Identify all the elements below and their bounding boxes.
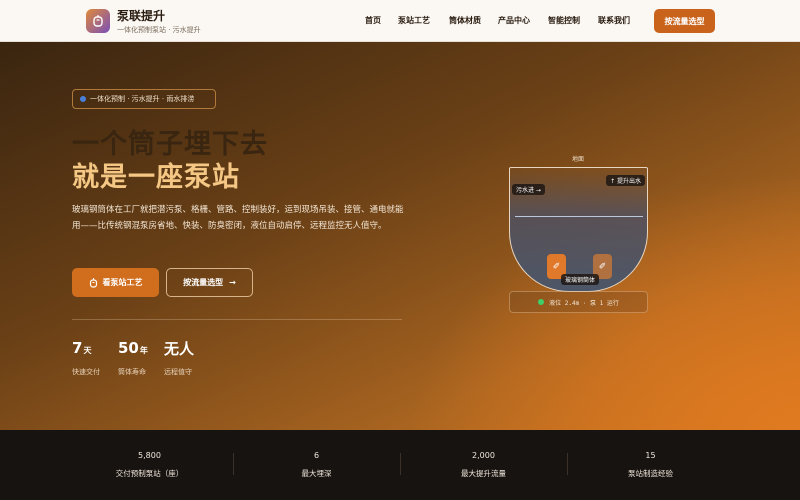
nav-contact[interactable]: 联系我们 [598, 15, 630, 26]
nav-smart-control[interactable]: 智能控制 [548, 15, 580, 26]
pump-logo-icon [93, 15, 103, 27]
outlet-tag: ↑ 提升出水 [606, 175, 645, 186]
stat-unattended-num: 无人 [164, 340, 195, 358]
bottom-stat-experience: 15 泵站制造经验 [567, 430, 734, 500]
bottom-stats-bar: 5,800 交付预制泵站（座） 6 最大埋深 2,000 最大提升流量 15 泵… [0, 430, 800, 500]
bottom-stat-depth: 6 最大埋深 [233, 430, 400, 500]
bottom-stat-depth-num: 6 [313, 451, 320, 460]
hero-section: 一体化预制 · 污水提升 · 雨水排涝 一个筒子埋下去 就是一座泵站 玻璃钢筒体… [0, 42, 800, 430]
stat-delivery: 7天 [72, 338, 91, 357]
nav-material[interactable]: 筒体材质 [449, 15, 481, 26]
bottom-stat-experience-label: 泵站制造经验 [628, 469, 673, 478]
stat-unattended: 无人 [164, 338, 194, 359]
stat-lifespan-unit: 年 [139, 346, 148, 355]
pump-status-text: 液位 2.4m · 泵 1 运行 [549, 299, 619, 307]
pump-station-tank-diagram: 污水进 → ↑ 提升出水 ✐ ✐ 玻璃钢筒体 [509, 167, 648, 292]
category-pill-text: 一体化预制 · 污水提升 · 雨水排涝 [90, 95, 195, 103]
view-process-label: 看泵站工艺 [102, 278, 143, 287]
bottom-stat-delivered: 5,800 交付预制泵站（座） [66, 430, 233, 500]
stat-unattended-label: 远程值守 [164, 368, 192, 376]
stat-delivery-label: 快速交付 [72, 368, 100, 376]
stat-lifespan-label: 筒体寿命 [118, 368, 146, 376]
tank-label: 玻璃钢筒体 [561, 274, 600, 285]
bottom-stat-flow-num: 2,000 [472, 451, 495, 460]
status-ok-icon [538, 299, 545, 305]
nav-products[interactable]: 产品中心 [498, 15, 530, 26]
stat-delivery-num: 7 [72, 339, 83, 357]
inlet-tag: 污水进 → [512, 184, 545, 195]
stat-lifespan-num: 50 [118, 339, 139, 357]
dot-icon [80, 96, 86, 102]
brand-name[interactable]: 泵联提升 [117, 7, 165, 24]
bottom-stat-experience-num: 15 [645, 451, 656, 460]
water-level-line [515, 216, 643, 217]
select-by-flow-label: 按流量选型 [183, 278, 224, 287]
ground-label: 地面 [572, 156, 585, 163]
pump-icon [89, 277, 97, 288]
bottom-stat-delivered-label: 交付预制泵站（座） [115, 469, 184, 478]
hero-title-line2: 就是一座泵站 [72, 162, 240, 193]
header-select-by-flow-button[interactable]: 按流量选型 [654, 9, 715, 33]
hero-description: 玻璃钢筒体在工厂就把潜污泵、格栅、管路、控制装好，运到现场吊装、接管、通电就能用… [72, 205, 404, 231]
stat-delivery-unit: 天 [83, 346, 92, 355]
bottom-stat-flow-label: 最大提升流量 [461, 469, 506, 478]
bottom-stat-delivered-num: 5,800 [138, 451, 161, 460]
bottom-stat-depth-label: 最大埋深 [301, 469, 332, 478]
brand-tagline: 一体化预制泵站 · 污水提升 [117, 26, 201, 34]
select-by-flow-button[interactable]: 按流量选型 → [166, 268, 253, 297]
top-header: 泵联提升 一体化预制泵站 · 污水提升 首页 泵站工艺 筒体材质 产品中心 智能… [0, 0, 800, 42]
arrow-right-icon: → [229, 278, 236, 287]
brand-logo[interactable] [86, 9, 110, 33]
hero-divider [72, 319, 402, 320]
nav-home[interactable]: 首页 [365, 15, 381, 26]
category-pill: 一体化预制 · 污水提升 · 雨水排涝 [72, 89, 216, 109]
stat-lifespan: 50年 [118, 338, 148, 357]
pump-status-bar: 液位 2.4m · 泵 1 运行 [509, 291, 648, 313]
bottom-stat-flow: 2,000 最大提升流量 [400, 430, 567, 500]
nav-process[interactable]: 泵站工艺 [398, 15, 430, 26]
view-process-button[interactable]: 看泵站工艺 [72, 268, 159, 297]
